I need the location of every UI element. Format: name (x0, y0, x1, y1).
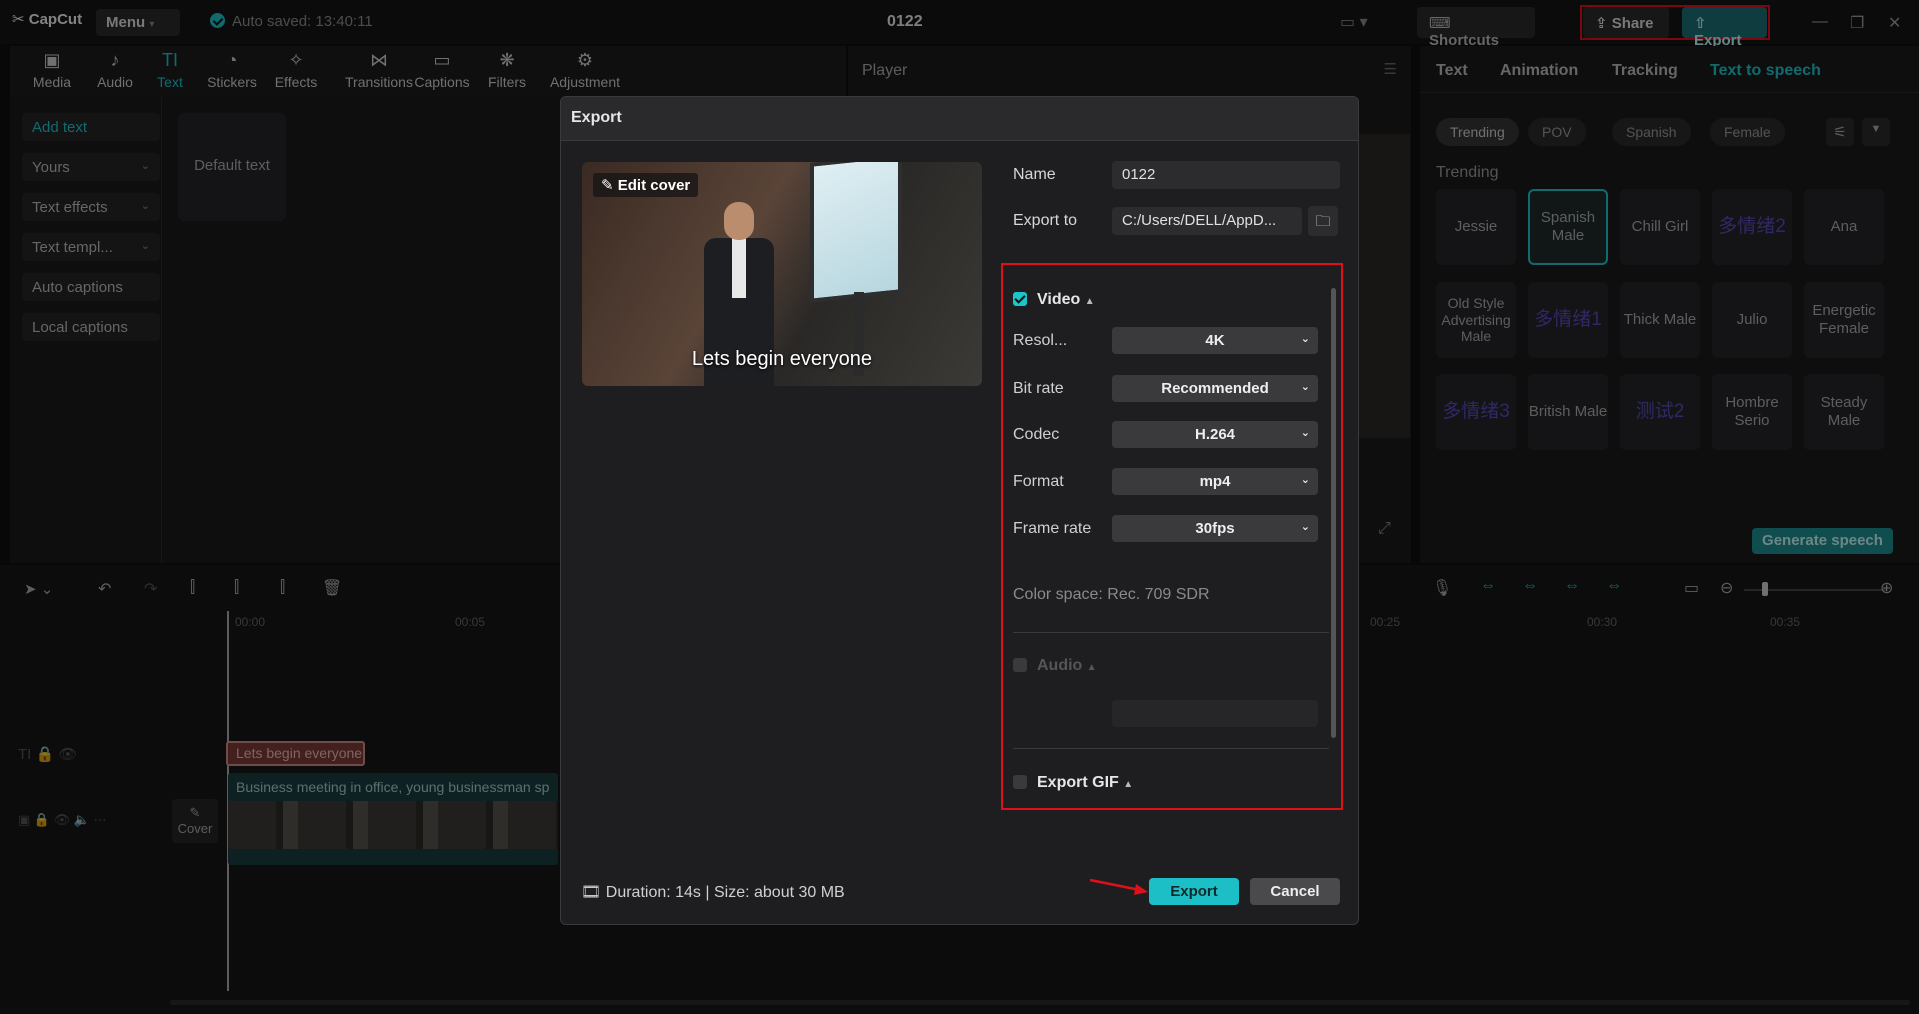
gif-checkbox[interactable] (1013, 775, 1027, 789)
chevron-down-icon: ⌄ (1300, 381, 1310, 393)
audio-checkbox[interactable] (1013, 658, 1027, 672)
edit-cover-button[interactable]: ✎ Edit cover (593, 173, 699, 197)
export-to-label: Export to (1013, 212, 1078, 229)
video-checkbox[interactable] (1013, 292, 1027, 306)
caret-up-icon: ▲ (1123, 779, 1134, 790)
export-button[interactable]: Export (1149, 878, 1239, 905)
name-input[interactable]: 0122 (1112, 161, 1340, 189)
framerate-select[interactable]: 30fps ⌄ (1112, 515, 1318, 542)
gif-section-toggle[interactable]: Export GIF ▲ (1013, 774, 1133, 792)
preview-screen (810, 162, 902, 303)
bitrate-label: Bit rate (1013, 380, 1064, 397)
chevron-down-icon: ⌄ (1300, 333, 1310, 345)
cover-preview: Lets begin everyone ✎ Edit cover (582, 162, 982, 386)
dialog-title: Export (561, 97, 1358, 141)
video-section-toggle[interactable]: Video ▲ (1013, 291, 1095, 309)
cancel-button[interactable]: Cancel (1250, 878, 1340, 905)
film-icon: 🎞 (581, 884, 602, 901)
arrow-annotation (1089, 878, 1148, 895)
bitrate-select[interactable]: Recommended ⌄ (1112, 375, 1318, 402)
section-divider (1013, 748, 1329, 749)
edit-icon: ✎ (601, 177, 614, 194)
section-divider (1013, 632, 1329, 633)
codec-select[interactable]: H.264 ⌄ (1112, 421, 1318, 448)
resolution-label: Resol... (1013, 332, 1068, 349)
format-label: Format (1013, 473, 1064, 490)
caret-up-icon: ▲ (1084, 296, 1095, 307)
format-select[interactable]: mp4 ⌄ (1112, 468, 1318, 495)
audio-format-select (1112, 700, 1318, 727)
duration-size-info: 🎞 Duration: 14s | Size: about 30 MB (581, 884, 845, 901)
settings-scrollbar[interactable] (1331, 288, 1336, 738)
caret-up-icon: ▲ (1086, 662, 1097, 673)
codec-label: Codec (1013, 426, 1060, 443)
framerate-label: Frame rate (1013, 520, 1092, 537)
chevron-down-icon: ⌄ (1300, 427, 1310, 439)
color-space-info: Color space: Rec. 709 SDR (1013, 586, 1210, 603)
chevron-down-icon: ⌄ (1300, 474, 1310, 486)
resolution-select[interactable]: 4K ⌄ (1112, 327, 1318, 354)
export-path-input[interactable]: C:/Users/DELL/AppD... (1112, 207, 1302, 235)
folder-icon[interactable]: 🗀 (1308, 206, 1338, 236)
audio-section-toggle[interactable]: Audio ▲ (1013, 657, 1097, 675)
chevron-down-icon: ⌄ (1300, 521, 1310, 533)
preview-caption: Lets begin everyone (691, 348, 873, 370)
name-label: Name (1013, 166, 1056, 183)
